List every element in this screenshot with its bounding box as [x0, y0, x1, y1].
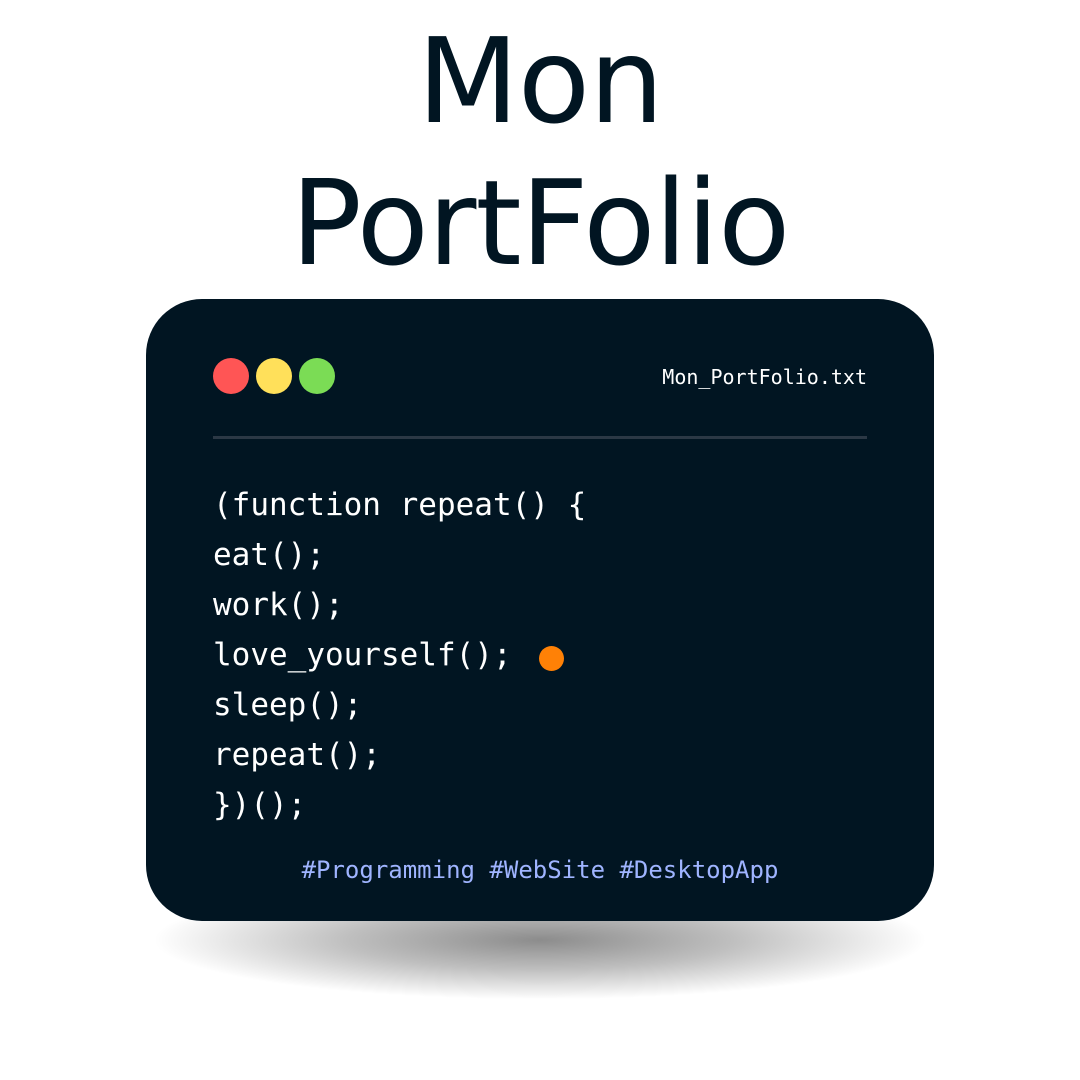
code-line: work();: [213, 587, 344, 623]
close-window-icon[interactable]: [213, 358, 249, 394]
code-line: love_yourself();: [213, 637, 512, 673]
page-title-line-1: Mon: [417, 12, 664, 150]
header-divider: [213, 436, 867, 439]
code-line: sleep();: [213, 687, 363, 723]
window-filename: Mon_PortFolio.txt: [662, 365, 867, 389]
cursor-dot-icon: [539, 646, 564, 671]
code-block: (function repeat() { eat(); work(); love…: [213, 480, 586, 830]
maximize-window-icon[interactable]: [299, 358, 335, 394]
hashtags: #Programming #WebSite #DesktopApp: [301, 856, 779, 884]
code-line: (function repeat() {: [213, 487, 587, 523]
code-line: })();: [213, 787, 307, 823]
code-line: repeat();: [213, 737, 381, 773]
code-line: eat();: [213, 537, 325, 573]
minimize-window-icon[interactable]: [256, 358, 292, 394]
page: Mon PortFolio Mon_PortFolio.txt (functio…: [0, 0, 1080, 1080]
page-title-line-2: PortFolio: [290, 154, 791, 292]
